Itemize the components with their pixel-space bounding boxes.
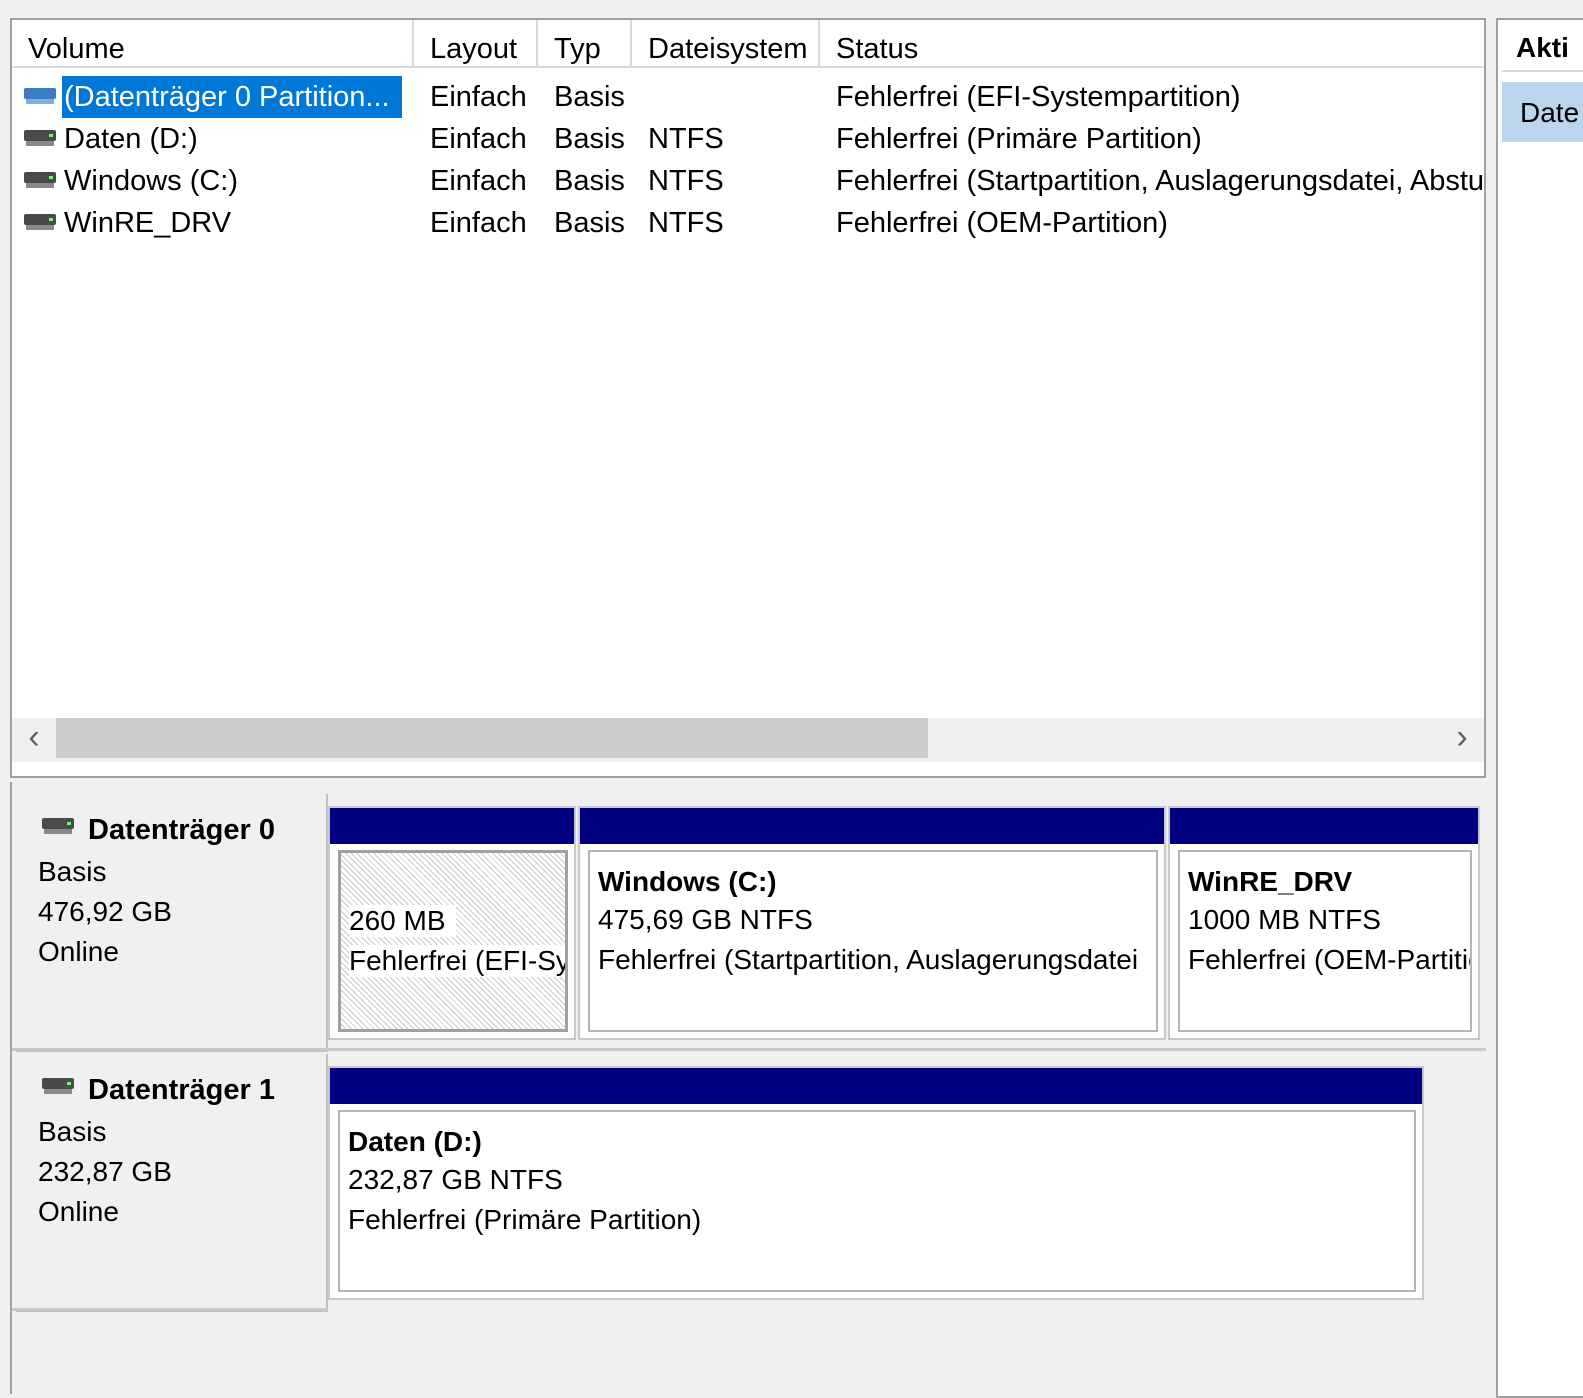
- disk-separator: [12, 1308, 328, 1311]
- partition-icon: [24, 88, 56, 104]
- list-header: Volume Layout Typ Dateisystem Status: [12, 20, 1484, 68]
- partition-title: WinRE_DRV: [1188, 866, 1353, 897]
- chevron-right-icon[interactable]: ›: [1442, 718, 1482, 758]
- disk-1-label[interactable]: Datenträger 1 Basis 232,87 GB Online: [16, 1054, 328, 1312]
- volume-status: Fehlerfrei (EFI-Systempartition): [836, 81, 1241, 113]
- disk-name: Datenträger 1: [88, 1074, 275, 1106]
- partition-bar: [580, 808, 1164, 844]
- volume-status: Fehlerfrei (Primäre Partition): [836, 123, 1202, 155]
- volume-type: Basis: [554, 81, 625, 113]
- partition-body: Daten (D:) 232,87 GB NTFS Fehlerfrei (Pr…: [338, 1110, 1416, 1292]
- volume-list[interactable]: Volume Layout Typ Dateisystem Status (Da…: [10, 18, 1486, 778]
- partition-size: 260 MB: [349, 905, 456, 937]
- column-header-volume[interactable]: Volume: [12, 20, 414, 68]
- drive-icon: [24, 130, 56, 146]
- partition-size: 475,69 GB NTFS: [598, 904, 813, 935]
- volume-name: (Datenträger 0 Partition...: [62, 76, 402, 118]
- volume-name: WinRE_DRV: [64, 207, 232, 239]
- partition-body: Windows (C:) 475,69 GB NTFS Fehlerfrei (…: [588, 850, 1158, 1032]
- horizontal-scrollbar[interactable]: ‹ ›: [12, 718, 1484, 762]
- disk-0-label[interactable]: Datenträger 0 Basis 476,92 GB Online: [16, 794, 328, 1052]
- volume-status: Fehlerfrei (OEM-Partition): [836, 207, 1168, 239]
- disk-state: Online: [38, 936, 119, 967]
- disk-name: Datenträger 0: [88, 814, 275, 846]
- scrollbar-thumb[interactable]: [56, 718, 928, 758]
- table-row[interactable]: Daten (D:) Einfach Basis NTFS Fehlerfrei…: [12, 118, 1484, 160]
- column-header-layout[interactable]: Layout: [414, 20, 538, 68]
- table-row[interactable]: WinRE_DRV Einfach Basis NTFS Fehlerfrei …: [12, 202, 1484, 244]
- actions-pane: Akti Date: [1496, 18, 1583, 1398]
- drive-icon: [24, 214, 56, 230]
- disk-state: Online: [38, 1196, 119, 1227]
- volume-layout: Einfach: [430, 81, 527, 113]
- partition-status: Fehlerfrei (Startpartition, Auslagerungs…: [598, 944, 1139, 975]
- volume-name: Windows (C:): [64, 165, 239, 197]
- table-row[interactable]: Windows (C:) Einfach Basis NTFS Fehlerfr…: [12, 160, 1486, 202]
- partition-size: 1000 MB NTFS: [1188, 904, 1381, 935]
- actions-title: Akti: [1502, 20, 1583, 72]
- partition-title: Daten (D:): [348, 1126, 482, 1157]
- partition-body: 260 MB Fehlerfrei (EFI-Systempartition): [338, 850, 568, 1032]
- partition-bar: [1170, 808, 1478, 844]
- disk-type: Basis: [38, 1116, 107, 1147]
- partition-title: Windows (C:): [598, 866, 777, 897]
- drive-icon: [42, 1078, 74, 1094]
- volume-filesystem: NTFS: [648, 165, 724, 197]
- partition-status: Fehlerfrei (Primäre Partition): [348, 1204, 702, 1235]
- partition-winre[interactable]: WinRE_DRV 1000 MB NTFS Fehlerfrei (OEM-P…: [1168, 806, 1480, 1040]
- partition-size: 232,87 GB NTFS: [348, 1164, 563, 1195]
- volume-type: Basis: [554, 165, 625, 197]
- column-header-status[interactable]: Status: [820, 20, 1484, 68]
- partition-bar: [330, 808, 574, 844]
- partition-status: Fehlerfrei (EFI-Systempartition): [349, 945, 565, 977]
- partition-windows[interactable]: Windows (C:) 475,69 GB NTFS Fehlerfrei (…: [578, 806, 1166, 1040]
- drive-icon: [42, 818, 74, 834]
- disk-type: Basis: [38, 856, 107, 887]
- volume-filesystem: NTFS: [648, 123, 724, 155]
- volume-filesystem: NTFS: [648, 207, 724, 239]
- actions-item[interactable]: Date: [1502, 82, 1583, 142]
- partition-body: WinRE_DRV 1000 MB NTFS Fehlerfrei (OEM-P…: [1178, 850, 1472, 1032]
- disk-view: Datenträger 0 Basis 476,92 GB Online 260…: [10, 782, 1486, 1394]
- volume-status: Fehlerfrei (Startpartition, Auslagerungs…: [836, 165, 1486, 197]
- partition-bar: [330, 1068, 1422, 1104]
- column-header-dateisystem[interactable]: Dateisystem: [632, 20, 820, 68]
- chevron-left-icon[interactable]: ‹: [14, 718, 54, 758]
- volume-layout: Einfach: [430, 123, 527, 155]
- disk-size: 476,92 GB: [38, 896, 172, 927]
- drive-icon: [24, 172, 56, 188]
- volume-layout: Einfach: [430, 165, 527, 197]
- partition-efi[interactable]: 260 MB Fehlerfrei (EFI-Systempartition): [328, 806, 576, 1040]
- partition-daten[interactable]: Daten (D:) 232,87 GB NTFS Fehlerfrei (Pr…: [328, 1066, 1424, 1300]
- partition-status: Fehlerfrei (OEM-Partition): [1188, 944, 1470, 975]
- disk-separator: [12, 1048, 1486, 1051]
- disk-size: 232,87 GB: [38, 1156, 172, 1187]
- volume-type: Basis: [554, 123, 625, 155]
- volume-name: Daten (D:): [64, 123, 198, 155]
- volume-layout: Einfach: [430, 207, 527, 239]
- volume-type: Basis: [554, 207, 625, 239]
- column-header-typ[interactable]: Typ: [538, 20, 632, 68]
- table-row[interactable]: (Datenträger 0 Partition... Einfach Basi…: [12, 76, 1484, 118]
